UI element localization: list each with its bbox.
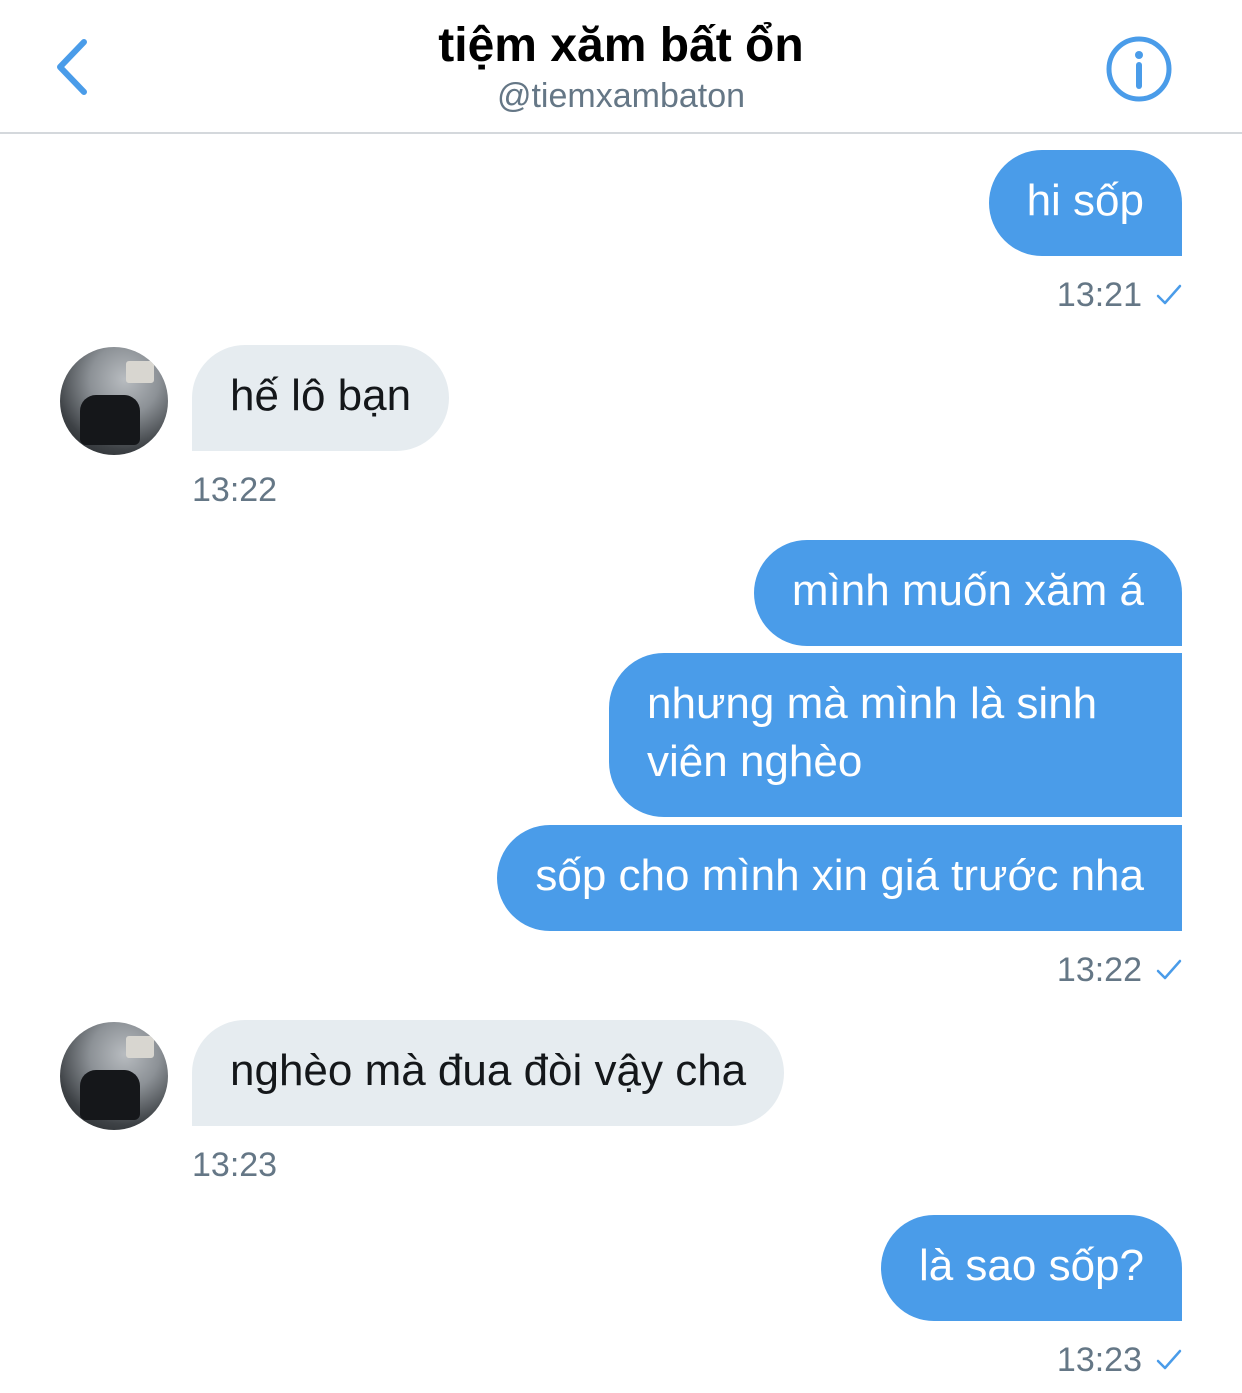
message-text: nhưng mà mình là sinh viên nghèo [647,679,1098,786]
conversation-handle: @tiemxambaton [496,77,746,115]
message-timestamp: 13:23 [192,1146,278,1184]
info-button[interactable] [1104,34,1174,104]
sent-message-bubble[interactable]: là sao sốp? [880,1215,1182,1321]
message-text: hế lô bạn [230,371,412,420]
message-text: hi sốp [1026,176,1144,225]
conversation-header: tiệm xăm bất ổn @tiemxambaton [0,0,1242,134]
sent-message-bubble[interactable]: sốp cho mình xin giá trước nha [497,825,1182,931]
message-text: mình muốn xăm á [791,566,1144,615]
sent-message-bubble[interactable]: nhưng mà mình là sinh viên nghèo [609,653,1182,817]
message-text: là sao sốp? [918,1241,1144,1290]
message-timestamp: 13:22 [192,471,278,509]
read-check-icon [1156,1349,1182,1370]
message-timestamp: 13:22 [1057,950,1182,990]
message-text: sốp cho mình xin giá trước nha [535,851,1144,900]
received-message-bubble[interactable]: nghèo mà đua đòi vậy cha [192,1020,785,1126]
conversation-title[interactable]: tiệm xăm bất ổn [0,16,1242,76]
message-text: nghèo mà đua đòi vậy cha [230,1046,747,1095]
message-timestamp: 13:23 [1057,1340,1182,1380]
avatar[interactable] [60,1022,168,1130]
sent-message-bubble[interactable]: hi sốp [988,150,1182,256]
info-circle-icon [1106,36,1172,102]
sent-message-bubble[interactable]: mình muốn xăm á [753,540,1182,646]
read-check-icon [1156,959,1182,980]
avatar[interactable] [60,347,168,455]
received-message-bubble[interactable]: hế lô bạn [192,345,450,451]
message-timestamp: 13:21 [1057,275,1182,315]
read-check-icon [1156,284,1182,305]
